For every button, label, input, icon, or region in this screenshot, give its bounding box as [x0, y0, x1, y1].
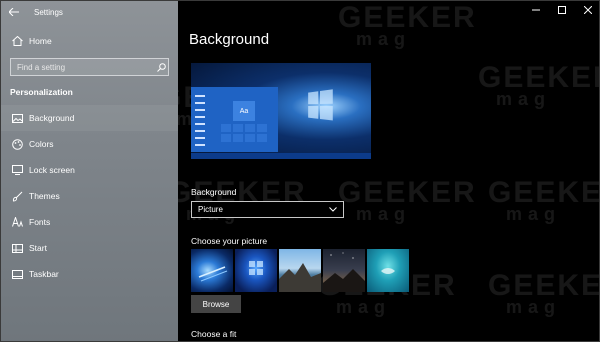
app-list-preview — [195, 95, 211, 151]
desktop-preview: Aa — [191, 63, 371, 159]
watermark-logo: GEEKERmag — [488, 176, 599, 224]
watermark-logo: GEEKERmag — [478, 61, 599, 109]
sidebar-item-label: Colors — [29, 139, 54, 149]
title-bar: Settings — [1, 1, 178, 23]
sidebar-item-fonts[interactable]: Fonts — [1, 209, 178, 235]
thumbnail-underwater[interactable] — [367, 249, 409, 292]
start-grid-icon — [10, 241, 24, 255]
close-button[interactable] — [575, 1, 599, 19]
sidebar-item-label: Background — [29, 113, 75, 123]
taskbar-icon — [10, 267, 24, 281]
thumbnail-windows-light[interactable] — [191, 249, 233, 292]
watermark-logo: GEEKERmag — [338, 176, 477, 224]
thumbnail-night-sky[interactable] — [323, 249, 365, 292]
palette-icon — [10, 137, 24, 151]
thumbnail-windows-hero[interactable] — [235, 249, 277, 292]
search-icon[interactable] — [154, 59, 168, 75]
section-title: Personalization — [10, 87, 73, 97]
watermark-logo: GEEKERmag — [488, 269, 599, 317]
brush-icon — [10, 189, 24, 203]
home-icon — [10, 34, 24, 48]
window-controls — [523, 1, 599, 19]
picture-icon — [10, 111, 24, 125]
back-button[interactable] — [1, 1, 27, 23]
maximize-button[interactable] — [549, 1, 575, 19]
sidebar-item-label: Fonts — [29, 217, 51, 227]
page-title: Background — [189, 31, 270, 48]
close-icon — [584, 6, 592, 14]
sidebar-item-home[interactable]: Home — [1, 31, 178, 51]
sidebar-item-label: Start — [29, 243, 47, 253]
main-content: GEEKERmag GEEKERmag GEEKERmag GEEKERmag … — [178, 1, 599, 341]
background-label: Background — [191, 187, 237, 197]
sidebar-item-start[interactable]: Start — [1, 235, 178, 261]
background-dropdown[interactable]: Picture — [191, 201, 344, 218]
sidebar-item-colors[interactable]: Colors — [1, 131, 178, 157]
settings-window: Settings Home Personalization Background — [0, 0, 600, 342]
choose-fit-label: Choose a fit — [191, 329, 237, 339]
watermark-logo: GEEKERmag — [338, 1, 477, 49]
sidebar-item-label: Home — [29, 36, 52, 46]
minimize-button[interactable] — [523, 1, 549, 19]
sidebar-item-label: Lock screen — [29, 165, 75, 175]
sidebar-item-label: Taskbar — [29, 269, 59, 279]
browse-button[interactable]: Browse — [191, 295, 241, 313]
chevron-down-icon — [329, 207, 337, 212]
window-title: Settings — [34, 7, 63, 17]
search-input[interactable] — [11, 62, 154, 72]
back-arrow-icon — [9, 8, 19, 16]
background-dropdown-value: Picture — [198, 205, 223, 214]
minimize-icon — [532, 9, 540, 11]
sidebar: Settings Home Personalization Background — [1, 1, 178, 341]
taskbar-preview — [191, 153, 371, 159]
monitor-icon — [10, 163, 24, 177]
picture-thumbnails — [191, 249, 409, 292]
font-icon — [10, 215, 24, 229]
search-box[interactable] — [10, 58, 169, 76]
personalization-nav: Background Colors Lock screen Themes Fon… — [1, 105, 178, 287]
preview-tile: Aa — [233, 101, 255, 121]
sidebar-item-taskbar[interactable]: Taskbar — [1, 261, 178, 287]
start-menu-preview: Aa — [191, 87, 278, 152]
sidebar-item-lock-screen[interactable]: Lock screen — [1, 157, 178, 183]
sidebar-item-background[interactable]: Background — [1, 105, 178, 131]
sidebar-item-themes[interactable]: Themes — [1, 183, 178, 209]
thumbnail-beach-rocks[interactable] — [279, 249, 321, 292]
sidebar-item-label: Themes — [29, 191, 60, 201]
maximize-icon — [558, 6, 566, 14]
choose-picture-label: Choose your picture — [191, 236, 268, 246]
windows-logo-image — [308, 89, 335, 123]
